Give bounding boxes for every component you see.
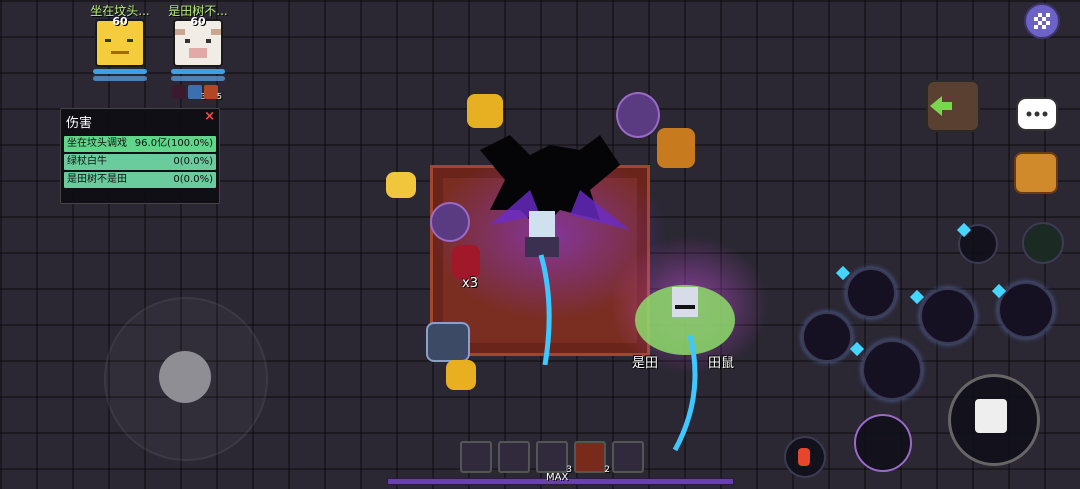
energy-bar — [93, 76, 147, 81]
ally-name-tag: 是田 — [632, 356, 659, 371]
damage-row-name: 坐在坟头调戏 — [67, 138, 127, 149]
lightning-skill-button[interactable] — [862, 340, 922, 400]
damage-row: 坐在坟头调戏 96.0亿(100.0%) — [64, 136, 216, 152]
crystal-item-icon[interactable] — [430, 202, 470, 242]
cat-item-icon[interactable]: 3 — [536, 441, 572, 475]
party-member-1[interactable]: 坐在坟头... 60 — [88, 2, 152, 81]
damage-row: 是田树不是田 0(0.0%) — [64, 172, 216, 188]
ice-buff-icon: 3 — [188, 85, 206, 101]
golden-boot-item-icon[interactable] — [446, 360, 476, 390]
damage-row: 绿杖白牛 0(0.0%) — [64, 154, 216, 170]
emote-skill-button[interactable] — [1022, 222, 1064, 264]
damage-row-value: 0(0.0%) — [173, 174, 213, 185]
damage-panel-title: 伤害 — [66, 116, 93, 131]
close-icon[interactable]: × — [204, 109, 215, 124]
energy-bar — [171, 76, 225, 81]
ice-skill-button[interactable] — [846, 268, 896, 318]
gem-icon — [835, 265, 851, 281]
dark-skill-button[interactable] — [920, 288, 976, 344]
party-member-level: 60 — [112, 15, 128, 28]
ghost-item-icon[interactable] — [460, 441, 492, 473]
buff-list: 3 5 — [172, 85, 222, 101]
potion-button[interactable] — [784, 436, 826, 478]
weapon-switch-button[interactable] — [854, 414, 912, 472]
fire-buff-icon: 5 — [204, 85, 222, 101]
ally-character — [635, 285, 735, 452]
void-skill-button[interactable] — [802, 312, 852, 362]
gem-icon — [909, 289, 925, 305]
damage-row-value: 96.0亿(100.0%) — [134, 138, 213, 149]
golden-armor-item-icon[interactable] — [657, 128, 695, 168]
pause-button[interactable] — [1024, 3, 1060, 39]
gem-icon — [849, 341, 865, 357]
gun-item-icon[interactable] — [426, 322, 470, 362]
golden-helmet-item-icon[interactable] — [467, 94, 503, 128]
red-gem-item-icon[interactable] — [452, 245, 480, 279]
party-member-level: 60 — [190, 15, 206, 28]
backpack-icon[interactable] — [1014, 152, 1058, 194]
golden-boot-item-icon[interactable] — [386, 172, 416, 198]
ally-name-tag-2: 田鼠 — [708, 356, 735, 371]
shield-bar — [93, 69, 147, 74]
item-count: x3 — [462, 276, 478, 291]
party-member-2[interactable]: 是田树不... 60 — [166, 2, 230, 81]
damage-row-value: 0(0.0%) — [173, 156, 213, 167]
damage-row-name: 绿杖白牛 — [67, 156, 107, 167]
exit-door-icon[interactable] — [926, 80, 980, 132]
item-hotbar: 3 2 — [460, 441, 644, 475]
key-item-icon[interactable] — [616, 92, 660, 138]
shield-bar — [171, 69, 225, 74]
attack-button[interactable] — [948, 374, 1040, 466]
knight-character — [525, 211, 559, 365]
joystick-knob[interactable] — [159, 351, 211, 403]
fire-crystal-icon[interactable]: 2 — [574, 441, 610, 475]
scroll-item-icon[interactable] — [498, 441, 530, 473]
dark-buff-icon — [172, 85, 186, 99]
chat-icon[interactable] — [1016, 97, 1058, 131]
heart-potion-icon[interactable] — [612, 441, 644, 473]
damage-panel: 伤害 × 坐在坟头调戏 96.0亿(100.0%) 绿杖白牛 0(0.0%) 是… — [60, 108, 220, 204]
xp-label: MAX — [546, 472, 569, 483]
damage-row-name: 是田树不是田 — [67, 174, 127, 185]
